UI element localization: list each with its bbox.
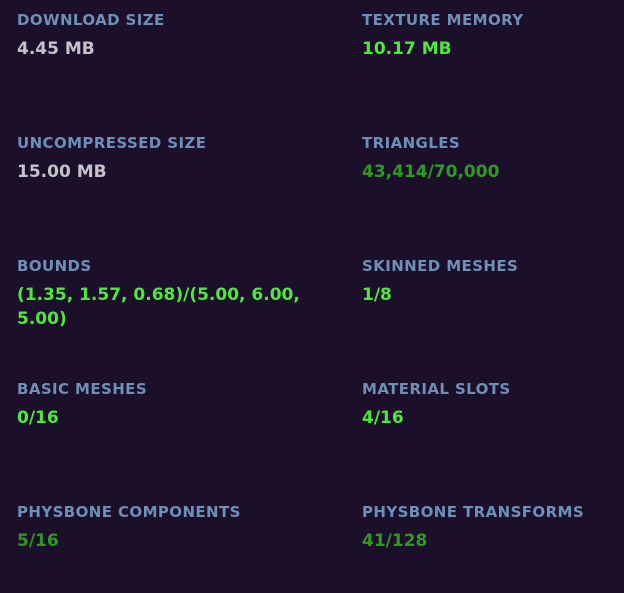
stat-label: UNCOMPRESSED SIZE [17,134,207,152]
stat-value: 15.00 MB [17,162,107,182]
stat-label: MATERIAL SLOTS [362,380,511,398]
stat-value: 5/16 [17,531,59,551]
stat-texture-memory: TEXTURE MEMORY 10.17 MB [362,11,612,61]
stat-value: 10.17 MB [362,39,452,59]
stat-label: TEXTURE MEMORY [362,11,524,29]
stat-physbone-transforms: PHYSBONE TRANSFORMS 41/128 [362,503,612,553]
stat-bounds: BOUNDS (1.35, 1.57, 0.68)/(5.00, 6.00, 5… [17,257,317,331]
performance-stats-panel: DOWNLOAD SIZE 4.45 MB TEXTURE MEMORY 10.… [0,0,624,593]
stat-label: DOWNLOAD SIZE [17,11,165,29]
stat-skinned-meshes: SKINNED MESHES 1/8 [362,257,612,307]
stat-label: PHYSBONE TRANSFORMS [362,503,585,521]
stat-label: PHYSBONE COMPONENTS [17,503,241,521]
stat-label: BASIC MESHES [17,380,148,398]
stat-value: 4/16 [362,408,404,428]
stat-basic-meshes: BASIC MESHES 0/16 [17,380,317,430]
stat-download-size: DOWNLOAD SIZE 4.45 MB [17,11,317,61]
stat-value: 4.45 MB [17,39,95,59]
stat-material-slots: MATERIAL SLOTS 4/16 [362,380,612,430]
stat-value: 43,414/70,000 [362,162,500,182]
stat-value: 41/128 [362,531,428,551]
stat-physbone-components: PHYSBONE COMPONENTS 5/16 [17,503,317,553]
stat-label: TRIANGLES [362,134,461,152]
stat-value: 1/8 [362,285,392,305]
stat-triangles: TRIANGLES 43,414/70,000 [362,134,612,184]
stat-value: 0/16 [17,408,59,428]
stat-value: (1.35, 1.57, 0.68)/(5.00, 6.00, 5.00) [17,285,300,329]
stat-label: SKINNED MESHES [362,257,519,275]
stat-uncompressed-size: UNCOMPRESSED SIZE 15.00 MB [17,134,317,184]
stat-label: BOUNDS [17,257,92,275]
